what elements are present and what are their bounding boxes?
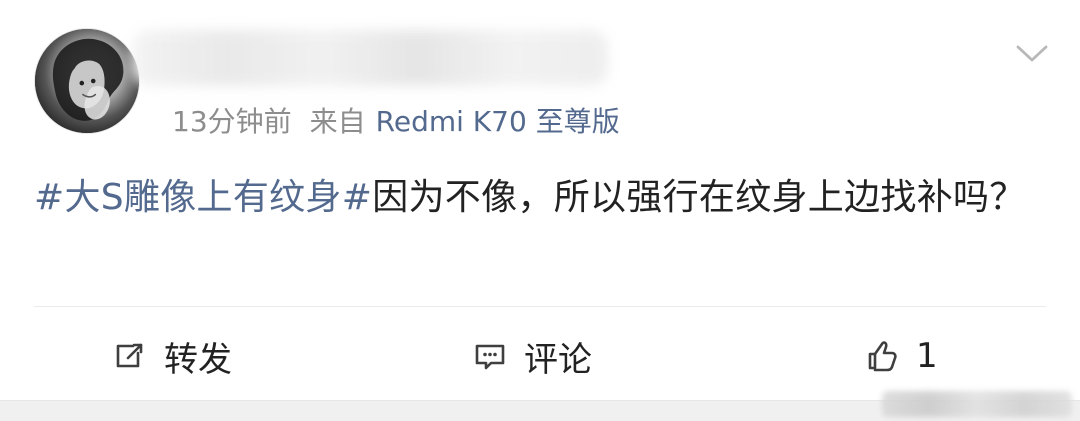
comment-label: 评论 <box>524 339 592 380</box>
like-count: 1 <box>916 336 938 376</box>
thumbs-up-icon <box>862 336 902 376</box>
post-card: 13分钟前 来自 Redmi K70 至尊版 #大S雕像上有纹身#因为不像，所以… <box>0 0 1080 421</box>
post-actions: 转发 评论 1 <box>0 324 1080 388</box>
comment-icon <box>470 336 510 376</box>
post-source: 来自 Redmi K70 至尊版 <box>310 103 620 141</box>
avatar[interactable] <box>34 28 140 134</box>
username-blurred <box>132 30 608 86</box>
divider <box>34 306 1046 307</box>
source-device: Redmi K70 至尊版 <box>375 105 620 138</box>
hashtag-link[interactable]: #大S雕像上有纹身# <box>34 177 372 218</box>
comment-button[interactable]: 评论 <box>470 324 592 388</box>
post-meta: 13分钟前 来自 Redmi K70 至尊版 <box>172 103 620 141</box>
repost-icon <box>110 336 150 376</box>
post-text: 因为不像，所以强行在纹身上边找补吗？ <box>372 177 1026 218</box>
repost-label: 转发 <box>164 339 232 380</box>
post-time: 13分钟前 <box>172 105 292 138</box>
post-content: #大S雕像上有纹身#因为不像，所以强行在纹身上边找补吗？ <box>34 166 1054 230</box>
watermark-blurred <box>882 391 1072 417</box>
source-prefix: 来自 <box>309 105 366 138</box>
chevron-down-icon[interactable] <box>1012 38 1052 68</box>
repost-button[interactable]: 转发 <box>110 324 232 388</box>
like-button[interactable]: 1 <box>862 324 938 388</box>
